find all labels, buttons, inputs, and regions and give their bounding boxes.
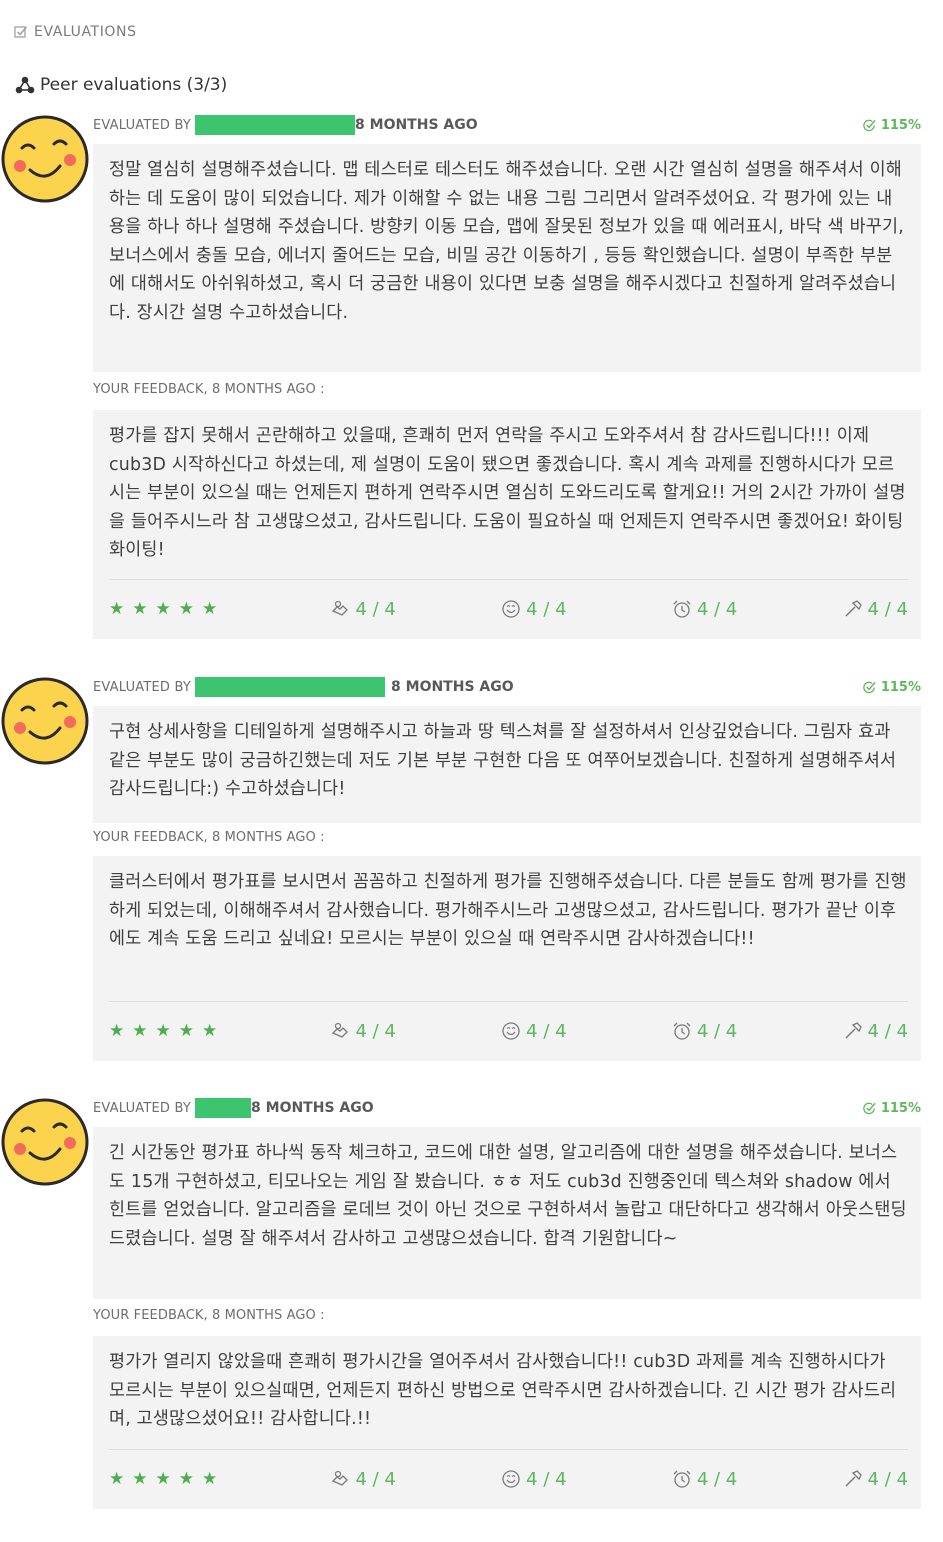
- divider: [109, 1001, 908, 1002]
- rating-friendly-value: 4 / 4: [526, 1468, 567, 1490]
- rating-nice-value: 4 / 4: [355, 1468, 396, 1490]
- evaluation-header: EVALUATED BY 8 MONTHS AGO 115%: [93, 1097, 921, 1119]
- rating-interested-value: 4 / 4: [867, 1020, 908, 1042]
- handshake-icon: [332, 600, 349, 616]
- star-rating: ★★★★★: [109, 599, 226, 619]
- feedback-label: YOUR FEEDBACK, 8 MONTHS AGO :: [93, 1308, 325, 1323]
- ratings-row: ★★★★★ 4 / 4 4 / 4 4 / 4 4 / 4: [109, 1467, 908, 1491]
- feedback-text: 평가를 잡지 못해서 곤란해하고 있을때, 흔쾌히 먼저 연락을 주시고 도와주…: [109, 426, 906, 560]
- divider: [109, 1449, 908, 1450]
- smiley-icon: [502, 1470, 520, 1488]
- checkbox-icon: [14, 26, 28, 38]
- hammer-icon: [845, 1470, 862, 1487]
- evaluator-comment: 구현 상세사항을 디테일하게 설명해주시고 하늘과 땅 텍스쳐를 잘 설정하셔서…: [93, 706, 921, 823]
- evaluated-by-label: EVALUATED BY: [93, 117, 192, 133]
- rating-friendly-value: 4 / 4: [526, 1020, 567, 1042]
- avatar[interactable]: [0, 1097, 90, 1187]
- rating-interested: 4 / 4: [843, 599, 908, 620]
- rating-interested: 4 / 4: [843, 1469, 908, 1490]
- feedback-box: 평가를 잡지 못해서 곤란해하고 있을때, 흔쾌히 먼저 연락을 주시고 도와주…: [93, 410, 921, 639]
- peer-evaluations-header: Peer evaluations (3/3): [14, 74, 227, 96]
- rating-nice: 4 / 4: [330, 1468, 396, 1490]
- rating-punctual-value: 4 / 4: [696, 598, 738, 620]
- hammer-icon: [845, 1022, 862, 1039]
- alarm-clock-icon: [673, 1470, 691, 1488]
- rating-punctual: 4 / 4: [672, 1021, 737, 1042]
- evaluations-header: EVALUATIONS: [14, 24, 137, 40]
- handshake-icon: [332, 1022, 349, 1038]
- redacted-username: [195, 1098, 252, 1118]
- evaluation-header: EVALUATED BY 8 MONTHS AGO 115%: [93, 114, 921, 136]
- smiley-icon: [502, 600, 520, 618]
- evaluator-comment: 긴 시간동안 평가표 하나씩 동작 체크하고, 코드에 대한 설명, 알고리즘에…: [93, 1127, 921, 1299]
- rating-interested-value: 4 / 4: [867, 1468, 908, 1490]
- ratings-row: ★★★★★ 4 / 4 4 / 4 4 / 4 4 / 4: [109, 1019, 908, 1043]
- rating-friendly: 4 / 4: [501, 1468, 567, 1490]
- feedback-text: 평가가 열리지 않았을때 흔쾌히 평가시간을 열어주셔서 감사했습니다!! cu…: [109, 1352, 897, 1429]
- evaluation-card: EVALUATED BY 8 MONTHS AGO 115% 구현 상세사항을 …: [0, 676, 943, 1066]
- redacted-username: [195, 115, 356, 135]
- evaluation-card: EVALUATED BY 8 MONTHS AGO 115% 정말 열심히 설명…: [0, 114, 943, 644]
- score-value: 115%: [880, 679, 921, 695]
- time-ago: 8 MONTHS AGO: [251, 1100, 374, 1116]
- time-ago: 8 MONTHS AGO: [355, 117, 478, 133]
- rating-friendly: 4 / 4: [501, 598, 567, 620]
- evaluations-title: EVALUATIONS: [34, 24, 137, 40]
- rating-interested: 4 / 4: [843, 1021, 908, 1042]
- check-circle-icon: [863, 1102, 876, 1114]
- rating-nice-value: 4 / 4: [355, 1020, 396, 1042]
- peer-evaluations-title: Peer evaluations (3/3): [40, 75, 228, 95]
- rating-interested-value: 4 / 4: [867, 598, 908, 620]
- redacted-username: [195, 677, 386, 697]
- rating-nice: 4 / 4: [330, 1020, 396, 1042]
- evaluation-header: EVALUATED BY 8 MONTHS AGO 115%: [93, 676, 921, 698]
- final-mark: 115%: [862, 1101, 921, 1116]
- score-value: 115%: [880, 1100, 921, 1116]
- avatar[interactable]: [0, 676, 90, 766]
- evaluation-card: EVALUATED BY 8 MONTHS AGO 115% 긴 시간동안 평가…: [0, 1097, 943, 1512]
- check-circle-icon: [863, 119, 876, 131]
- handshake-icon: [332, 1470, 349, 1486]
- evaluated-by-label: EVALUATED BY: [93, 679, 192, 695]
- smiley-icon: [502, 1022, 520, 1040]
- final-mark: 115%: [862, 118, 921, 133]
- rating-punctual-value: 4 / 4: [696, 1020, 738, 1042]
- rating-nice: 4 / 4: [330, 598, 396, 620]
- rating-friendly: 4 / 4: [501, 1020, 567, 1042]
- star-rating: ★★★★★: [109, 1469, 226, 1489]
- rating-nice-value: 4 / 4: [355, 598, 396, 620]
- rating-friendly-value: 4 / 4: [526, 598, 567, 620]
- ratings-row: ★★★★★ 4 / 4 4 / 4 4 / 4 4 / 4: [109, 597, 908, 621]
- feedback-text: 클러스터에서 평가표를 보시면서 꼼꼼하고 친절하게 평가를 진행해주셨습니다.…: [109, 872, 907, 949]
- final-mark: 115%: [862, 680, 921, 695]
- feedback-label: YOUR FEEDBACK, 8 MONTHS AGO :: [93, 382, 325, 397]
- check-circle-icon: [863, 681, 876, 693]
- evaluated-by-label: EVALUATED BY: [93, 1100, 192, 1116]
- time-ago: 8 MONTHS AGO: [391, 679, 514, 695]
- alarm-clock-icon: [673, 600, 691, 618]
- rating-punctual: 4 / 4: [672, 1469, 737, 1490]
- rating-punctual-value: 4 / 4: [696, 1468, 738, 1490]
- rating-punctual: 4 / 4: [672, 599, 737, 620]
- divider: [109, 579, 908, 580]
- avatar[interactable]: [0, 114, 90, 204]
- score-value: 115%: [880, 117, 921, 133]
- network-icon: [15, 76, 35, 94]
- star-rating: ★★★★★: [109, 1021, 226, 1041]
- hammer-icon: [845, 600, 862, 617]
- alarm-clock-icon: [673, 1022, 691, 1040]
- feedback-box: 클러스터에서 평가표를 보시면서 꼼꼼하고 친절하게 평가를 진행해주셨습니다.…: [93, 856, 921, 1061]
- evaluator-comment: 정말 열심히 설명해주셨습니다. 맵 테스터로 테스터도 해주셨습니다. 오랜 …: [93, 144, 921, 372]
- feedback-box: 평가가 열리지 않았을때 흔쾌히 평가시간을 열어주셔서 감사했습니다!! cu…: [93, 1336, 921, 1509]
- feedback-label: YOUR FEEDBACK, 8 MONTHS AGO :: [93, 830, 325, 845]
